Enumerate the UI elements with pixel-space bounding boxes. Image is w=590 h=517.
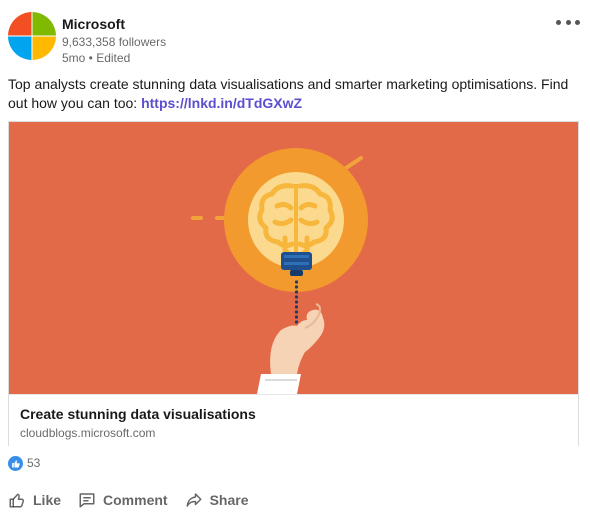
comment-label: Comment: [103, 492, 168, 508]
post-commentary: Top analysts create stunning data visual…: [8, 75, 578, 113]
like-button[interactable]: Like: [8, 487, 61, 513]
comment-icon: [78, 491, 96, 509]
thumbs-up-icon: [8, 491, 26, 509]
article-title[interactable]: Create stunning data visualisations: [20, 406, 256, 422]
article-source: cloudblogs.microsoft.com: [20, 426, 156, 440]
lightbulb-brain-illustration: [9, 122, 578, 394]
more-horizontal-icon: [556, 19, 561, 25]
actor-name[interactable]: Microsoft: [62, 16, 125, 32]
reaction-count[interactable]: 53: [27, 456, 40, 470]
comment-button[interactable]: Comment: [78, 487, 168, 513]
article-image[interactable]: [9, 122, 578, 394]
article-card[interactable]: Create stunning data visualisations clou…: [8, 121, 579, 446]
microsoft-logo-icon: [8, 12, 56, 60]
feed-post: Microsoft 9,633,358 followers 5mo • Edit…: [0, 0, 590, 517]
share-arrow-icon: [185, 491, 203, 509]
commentary-link[interactable]: https://lnkd.in/dTdGXwZ: [141, 95, 302, 111]
more-options-button[interactable]: [556, 14, 580, 30]
like-reaction-icon: [8, 455, 23, 471]
follower-count: 9,633,358 followers: [62, 35, 167, 49]
like-label: Like: [33, 492, 62, 508]
company-logo[interactable]: [8, 12, 56, 60]
article-info[interactable]: Create stunning data visualisations clou…: [9, 394, 578, 446]
share-label: Share: [209, 492, 249, 508]
post-header: Microsoft 9,633,358 followers 5mo • Edit…: [8, 12, 582, 65]
post-actions: Like Comment Share: [8, 487, 266, 513]
post-timestamp: 5mo • Edited: [62, 51, 131, 65]
social-counts[interactable]: 53: [8, 454, 40, 472]
share-button[interactable]: Share: [185, 487, 249, 513]
